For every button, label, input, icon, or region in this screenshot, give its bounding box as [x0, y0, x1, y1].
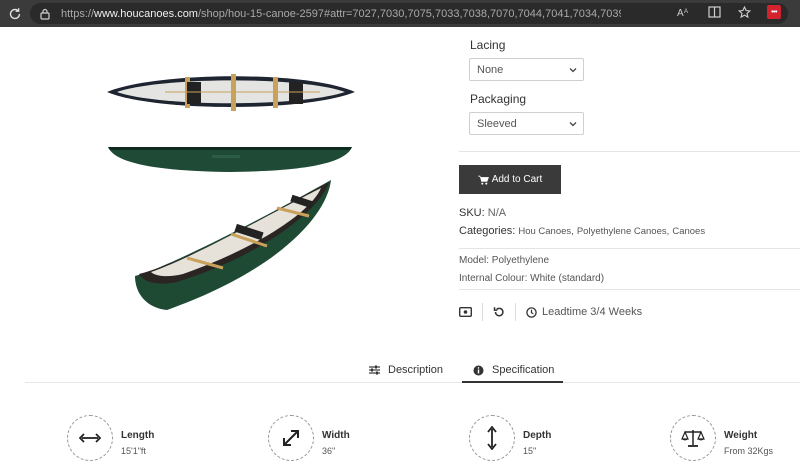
- returns-icon[interactable]: [493, 302, 505, 322]
- tab-description[interactable]: Description: [369, 358, 443, 382]
- spec-depth-value: 15": [523, 446, 537, 456]
- lacing-selected-value: None: [477, 63, 504, 76]
- packaging-select[interactable]: Sleeved: [469, 112, 584, 135]
- categories-line: Categories: Hou Canoes, Polyethylene Can…: [459, 225, 706, 237]
- divider: [459, 248, 800, 249]
- add-to-cart-label: Add to Cart: [491, 174, 543, 185]
- reload-icon[interactable]: [0, 0, 30, 27]
- spec-width-value: 36": [322, 446, 336, 456]
- chevron-down-icon: [569, 122, 577, 127]
- svg-text:A: A: [684, 9, 688, 15]
- canoe-top-view-image: [105, 66, 357, 127]
- spec-length-title: Length: [121, 430, 155, 441]
- clock-icon: [526, 306, 537, 318]
- spec-depth-title: Depth: [523, 430, 552, 441]
- cart-icon: [477, 175, 489, 185]
- active-tab-indicator: [462, 381, 563, 383]
- divider: [482, 303, 483, 321]
- canoe-angle-view-image: [127, 176, 333, 319]
- browser-toolbar: https://www.houcanoes.com/shop/hou-15-ca…: [0, 0, 800, 27]
- lock-icon: [40, 8, 51, 20]
- tab-specification-label: Specification: [492, 364, 555, 376]
- add-to-cart-button[interactable]: Add to Cart: [459, 165, 561, 194]
- category-link[interactable]: Polyethylene Canoes: [577, 226, 667, 237]
- product-info-row: Leadtime 3/4 Weeks: [459, 302, 642, 322]
- leadtime-item: Leadtime 3/4 Weeks: [526, 302, 642, 322]
- packaging-selected-value: Sleeved: [477, 117, 517, 130]
- tabs-divider: [25, 382, 800, 383]
- leadtime-text: Leadtime 3/4 Weeks: [542, 306, 643, 318]
- spec-weight-value: From 32Kgs: [724, 446, 774, 456]
- internal-colour-line: Internal Colour: White (standard): [459, 273, 605, 284]
- diagonal-arrows-icon: [283, 430, 299, 446]
- extension-icon[interactable]: •••: [766, 4, 782, 20]
- sku-value: N/A: [487, 207, 507, 219]
- read-aloud-icon[interactable]: AA: [676, 4, 692, 20]
- model-line: Model: Polyethylene: [459, 255, 550, 266]
- packaging-label: Packaging: [470, 92, 527, 106]
- sliders-icon: [369, 365, 380, 375]
- category-link[interactable]: Canoes: [672, 226, 705, 237]
- lacing-label: Lacing: [470, 38, 506, 52]
- money-icon[interactable]: [459, 302, 472, 322]
- favorite-star-icon[interactable]: [736, 4, 752, 20]
- spec-weight-icon-circle: [670, 415, 716, 461]
- spec-length-icon-circle: [67, 415, 113, 461]
- scales-icon: [681, 430, 705, 447]
- vertical-arrows-icon: [487, 426, 497, 450]
- sku-line: SKU: N/A: [459, 207, 507, 219]
- svg-text:A: A: [677, 8, 684, 18]
- spec-weight-title: Weight: [724, 430, 758, 441]
- chevron-down-icon: [569, 68, 577, 73]
- tab-specification[interactable]: Specification: [473, 358, 554, 382]
- info-icon: [473, 365, 484, 375]
- divider: [459, 289, 800, 290]
- reader-view-icon[interactable]: [706, 4, 722, 20]
- category-link[interactable]: Hou Canoes: [518, 226, 571, 237]
- tab-description-label: Description: [388, 364, 444, 376]
- canoe-side-view-image: [106, 143, 354, 180]
- divider: [459, 151, 800, 152]
- lacing-select[interactable]: None: [469, 58, 584, 81]
- horizontal-arrows-icon: [79, 433, 101, 443]
- spec-width-title: Width: [322, 430, 350, 441]
- spec-length-value: 15'1"ft: [121, 446, 146, 456]
- url-text: https://www.houcanoes.com/shop/hou-15-ca…: [61, 7, 621, 20]
- divider: [515, 303, 516, 321]
- spec-width-icon-circle: [268, 415, 314, 461]
- address-bar[interactable]: https://www.houcanoes.com/shop/hou-15-ca…: [30, 3, 788, 24]
- spec-depth-icon-circle: [469, 415, 515, 461]
